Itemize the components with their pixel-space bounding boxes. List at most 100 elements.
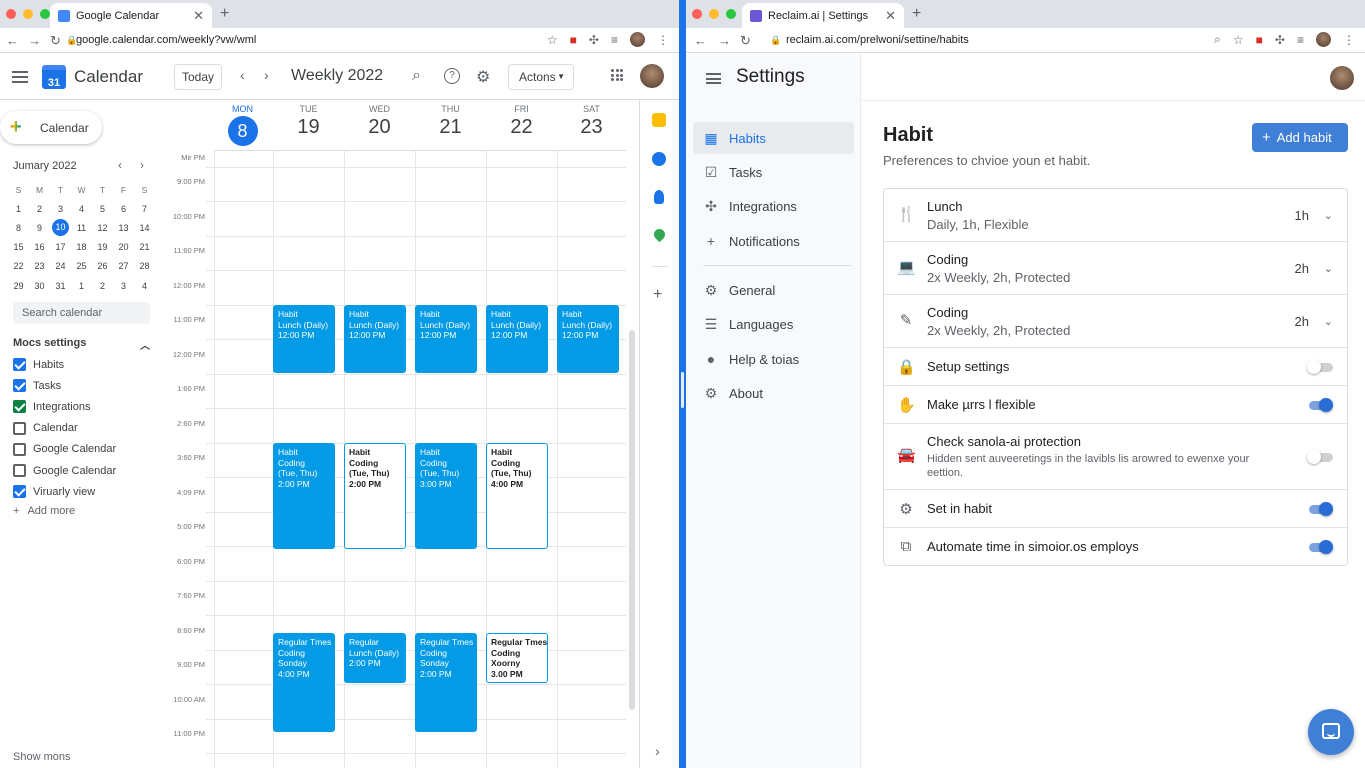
mini-day[interactable]: 9 <box>29 223 50 233</box>
calendar-event[interactable]: Habit Coding (Tue, Thu) 4:00 PM <box>486 443 548 549</box>
mini-day[interactable]: 12 <box>92 223 113 233</box>
search-calendar-input[interactable]: Search calendar <box>13 302 150 324</box>
apps-grid-icon[interactable] <box>611 69 623 81</box>
today-button[interactable]: Today <box>174 64 222 90</box>
nav-item-about[interactable]: ⚙ About <box>693 377 854 409</box>
calendar-list-item[interactable]: Habits <box>13 354 116 375</box>
day-header[interactable]: SAT 23 <box>557 104 627 139</box>
habit-row[interactable]: ✎ Coding 2x Weekly, 2h, Protected 2h ⌄ <box>884 295 1347 348</box>
expand-chevron-icon[interactable]: ⌄ <box>1324 262 1333 275</box>
divider-grip[interactable] <box>681 372 684 408</box>
calendar-list-item[interactable]: Calendar <box>13 418 116 439</box>
setting-toggle[interactable] <box>1307 398 1333 412</box>
settings-gear-icon[interactable]: ⚙ <box>476 67 490 87</box>
contacts-icon[interactable] <box>654 190 664 204</box>
maximize-window-button[interactable] <box>726 9 736 19</box>
mini-day[interactable]: 17 <box>50 242 71 252</box>
checkbox-icon[interactable] <box>13 464 26 478</box>
day-header[interactable]: THU 21 <box>416 104 486 139</box>
calendar-list-item[interactable]: Tasks <box>13 375 116 396</box>
mini-day[interactable]: 10 <box>50 219 71 237</box>
setting-toggle[interactable] <box>1307 540 1333 554</box>
setting-toggle[interactable] <box>1307 502 1333 516</box>
mini-next-month-icon[interactable]: › <box>140 158 144 172</box>
calendar-event[interactable]: Regular Tmes Coding Sonday 4:00 PM <box>273 633 335 732</box>
forward-icon[interactable]: → <box>28 33 41 48</box>
bookmark-star-icon[interactable]: ☆ <box>547 33 558 47</box>
mini-day[interactable]: 8 <box>8 223 29 233</box>
mini-day[interactable]: 15 <box>8 242 29 252</box>
menu-icon[interactable] <box>706 73 721 84</box>
extension-icon[interactable]: ■ <box>570 33 577 47</box>
setting-toggle[interactable] <box>1307 360 1333 374</box>
mini-day[interactable]: 26 <box>92 261 113 271</box>
nav-item-habits[interactable]: ▦ Habits <box>693 122 854 154</box>
mini-day[interactable]: 3 <box>113 281 134 291</box>
mini-day[interactable]: 4 <box>71 204 92 214</box>
day-header[interactable]: WED 20 <box>345 104 415 139</box>
mini-prev-month-icon[interactable]: ‹ <box>118 158 122 172</box>
browser-tab[interactable]: Google Calendar ✕ <box>50 3 212 28</box>
actions-dropdown[interactable]: Actons ▼ <box>508 64 574 90</box>
mini-day[interactable]: 1 <box>8 204 29 214</box>
get-addons-plus-icon[interactable]: + <box>653 286 662 304</box>
calendar-event[interactable]: Habit Coding (Tue, Thu) 2:00 PM <box>344 443 406 549</box>
menu-kebab-icon[interactable]: ⋮ <box>1343 33 1355 47</box>
mini-day[interactable]: 29 <box>8 281 29 291</box>
mini-day[interactable]: 25 <box>71 261 92 271</box>
mini-day[interactable]: 14 <box>134 223 155 233</box>
mini-day[interactable]: 5 <box>92 204 113 214</box>
calendar-event[interactable]: Regular Lunch (Daily) 2:00 PM <box>344 633 406 684</box>
expand-chevron-icon[interactable]: ⌄ <box>1324 315 1333 328</box>
nav-item-general[interactable]: ⚙ General <box>693 274 854 306</box>
checkbox-icon[interactable] <box>13 442 26 456</box>
nav-item-integrations[interactable]: ✣ Integrations <box>693 190 854 222</box>
nav-item-help-toias[interactable]: ● Help & toias <box>693 343 854 375</box>
mini-day[interactable]: 23 <box>29 261 50 271</box>
calendar-list-item[interactable]: Integrations <box>13 396 116 417</box>
close-window-button[interactable] <box>692 9 702 19</box>
calendar-event[interactable]: Habit Coding (Tue, Thu) 2:00 PM <box>273 443 335 549</box>
grid-scrollbar[interactable] <box>629 330 635 710</box>
account-avatar[interactable] <box>640 64 664 88</box>
new-tab-button[interactable]: + <box>912 5 921 23</box>
profile-avatar[interactable] <box>1316 32 1331 47</box>
mini-day[interactable]: 2 <box>92 281 113 291</box>
extension-icon[interactable]: ■ <box>1256 33 1263 47</box>
my-calendars-header[interactable]: Mocs settings ︿ <box>13 337 150 352</box>
playlist-icon[interactable]: ≡ <box>1297 33 1304 47</box>
collapse-chevron-icon[interactable]: ︿ <box>140 337 150 352</box>
mini-day[interactable]: 16 <box>29 242 50 252</box>
playlist-icon[interactable]: ≡ <box>611 33 618 47</box>
mini-day[interactable]: 1 <box>71 281 92 291</box>
mini-day[interactable]: 19 <box>92 242 113 252</box>
mini-day[interactable]: 2 <box>29 204 50 214</box>
maps-icon[interactable] <box>651 226 668 243</box>
help-icon[interactable]: ? <box>444 68 460 84</box>
minimize-window-button[interactable] <box>709 9 719 19</box>
mini-day[interactable]: 27 <box>113 261 134 271</box>
mini-day[interactable]: 6 <box>113 204 134 214</box>
mini-day[interactable]: 24 <box>50 261 71 271</box>
habit-row[interactable]: 🍴 Lunch Daily, 1h, Flexible 1h ⌄ <box>884 189 1347 242</box>
reload-icon[interactable]: ↻ <box>50 33 61 49</box>
calendar-event[interactable]: Habit Lunch (Daily) 12:00 PM <box>557 305 619 373</box>
reload-icon[interactable]: ↻ <box>740 33 751 49</box>
mini-day[interactable]: 13 <box>113 223 134 233</box>
checkbox-icon[interactable] <box>13 400 26 414</box>
zoom-icon[interactable]: ⌕ <box>1214 32 1221 47</box>
back-icon[interactable]: ← <box>694 33 707 48</box>
main-menu-icon[interactable] <box>12 71 28 83</box>
mini-day[interactable]: 22 <box>8 261 29 271</box>
mini-day[interactable]: 31 <box>50 281 71 291</box>
bookmark-star-icon[interactable]: ☆ <box>1233 33 1244 47</box>
expand-panel-chevron-icon[interactable]: › <box>655 743 660 759</box>
mini-day[interactable]: 11 <box>71 223 92 233</box>
mini-day[interactable]: 18 <box>71 242 92 252</box>
add-habit-button[interactable]: + Add habit <box>1252 123 1348 152</box>
calendar-event[interactable]: Regular Tmes Coding Xoorny 3.00 PM <box>486 633 548 684</box>
day-header[interactable]: MON 8 <box>208 104 278 146</box>
minimize-window-button[interactable] <box>23 9 33 19</box>
calendar-event[interactable]: Habit Coding (Tue, Thu) 3:00 PM <box>415 443 477 549</box>
next-week-icon[interactable]: › <box>264 67 269 83</box>
